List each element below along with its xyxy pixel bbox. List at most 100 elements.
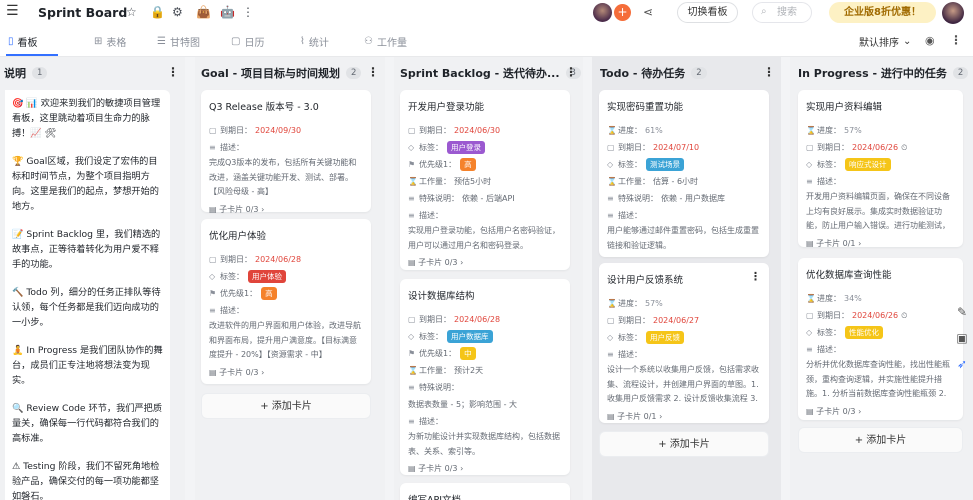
column-goal: Goal - 项目目标与时间规划 2 ⋮ Q3 Release 版本号 - 3.… (195, 57, 385, 500)
description-icon: ≡ (806, 177, 813, 186)
description-icon: ≡ (209, 306, 216, 315)
tag-icon: ◇ (408, 143, 415, 152)
tag-icon: ◇ (806, 160, 813, 169)
tag-icon: ◇ (408, 332, 415, 341)
subcard-icon: ▤ (209, 204, 220, 214)
column-header: Goal - 项目目标与时间规划 2 ⋮ (201, 65, 379, 80)
add-card-button[interactable]: + 添加卡片 (201, 393, 371, 419)
column-more-icon[interactable]: ⋮ (367, 65, 379, 79)
share-icon[interactable]: ⋖ (643, 5, 653, 19)
workload-icon: ⚇ (364, 36, 373, 47)
hourglass-icon: ⌛ (607, 126, 617, 135)
column-header: 说明 1 ⋮ (4, 65, 179, 80)
clipboard-icon[interactable]: ▣ (951, 331, 973, 357)
calendar-icon: ▢ (408, 126, 416, 135)
lock-icon[interactable]: 🔒 (150, 5, 165, 19)
flag-icon: ⚑ (209, 289, 217, 298)
task-card[interactable]: 优化用户体验 ▢ 到期日： 2024/06/28 ◇ 标签： 用户体验 ⚑ 优先级1：高 … (201, 219, 371, 384)
hourglass-icon: ⌛ (607, 299, 617, 308)
card-more-icon[interactable]: ⋮ (750, 270, 761, 283)
intro-card[interactable]: 🎯 📊 欢迎来到我们的敏捷项目管理看板，这里跳动着项目生命力的脉搏！📈 🛠 🏆 … (5, 90, 170, 500)
tab-table[interactable]: ⊞ 表格 (94, 34, 126, 49)
add-card-button[interactable]: + 添加卡片 (599, 431, 769, 457)
theme-icon[interactable]: 👜 (196, 5, 211, 19)
edit-icon[interactable]: ✎ (951, 305, 973, 331)
column-more-icon[interactable]: ⋮ (565, 65, 577, 79)
alarm-icon: ⏲ (901, 142, 908, 152)
hourglass-icon: ⌛ (806, 294, 816, 303)
task-card[interactable]: Q3 Release 版本号 - 3.0 ▢ 到期日： 2024/09/30 ≡ 描述… (201, 90, 371, 214)
view-tabs: ▯ 看板 ⊞ 表格 ☰ 甘特图 ▢ 日历 ⌇ 统计 ⚇ 工作量 默认排序 ⌄ ◉ ⋮ (0, 26, 973, 57)
sort-dropdown[interactable]: 默认排序 ⌄ (859, 34, 911, 49)
subcard-icon: ▤ (209, 367, 220, 377)
hourglass-icon: ⌛ (408, 366, 418, 375)
task-card[interactable]: 设计用户反馈系统 ⋮ ⌛ 进度： 57% ▢ 到期日： 2024/06/27 ◇ 标签：用… (599, 263, 769, 423)
column-todo: Todo - 待办任务 2 ⋮ 实现密码重置功能 ⌛ 进度： 61% ▢ 到期日： 20… (592, 57, 781, 500)
add-member-button[interactable]: + (614, 4, 631, 21)
task-card[interactable]: 实现密码重置功能 ⌛ 进度： 61% ▢ 到期日： 2024/07/10 ◇ 标签： 测试场… (599, 90, 769, 257)
table-icon: ⊞ (94, 36, 103, 47)
active-tab-indicator (6, 54, 58, 56)
tab-board[interactable]: ▯ 看板 (8, 34, 38, 49)
column-in-progress: In Progress - 进行中的任务 2 实现用户资料编辑 ⌛ 进度： 57% … (790, 57, 973, 500)
promo-banner[interactable]: 企业版8折优惠！ (829, 2, 936, 23)
calendar-icon: ▢ (607, 143, 615, 152)
flag-icon: ⚑ (408, 160, 416, 169)
column-more-icon[interactable]: ⋮ (763, 65, 775, 79)
menu-icon[interactable]: ☰ (6, 3, 19, 19)
description-icon: ≡ (408, 417, 415, 426)
tab-workload[interactable]: ⚇ 工作量 (364, 34, 407, 49)
chevron-down-icon: ⌄ (903, 36, 912, 47)
rocket-icon[interactable]: ➶ (951, 357, 973, 383)
floating-toolbar: ✎ ▣ ➶ (951, 305, 973, 383)
subcard-icon: ▤ (607, 412, 618, 421)
note-icon: ≡ (607, 194, 614, 203)
tag-icon: ◇ (209, 272, 216, 281)
tag-icon: ◇ (607, 333, 614, 342)
board-icon: ▯ (8, 36, 14, 47)
task-card[interactable]: 编写API文档 (400, 483, 570, 500)
calendar-icon: ▢ (806, 143, 814, 152)
tab-calendar[interactable]: ▢ 日历 (231, 34, 264, 49)
gantt-icon: ☰ (157, 36, 166, 47)
switch-board-button[interactable]: 切换看板 (677, 2, 738, 23)
hourglass-icon: ⌛ (607, 177, 617, 186)
stats-icon: ⌇ (300, 36, 305, 47)
eye-icon[interactable]: ◉ (925, 34, 935, 47)
alarm-icon: ⏲ (901, 310, 908, 320)
top-bar: ☰ Sprint Board ☆ 🔒 ⚙ 👜 🤖 ⋮ + ⋖ 切换看板 搜索 ⌕… (0, 0, 973, 26)
subcard-icon: ▤ (408, 258, 419, 267)
description-icon: ≡ (209, 143, 216, 152)
tag-icon: ◇ (607, 160, 614, 169)
note-icon: ≡ (408, 383, 415, 392)
task-card[interactable]: 实现用户资料编辑 ⌛ 进度： 57% ▢ 到期日： 2024/06/26 ⏲ ◇ 标签： 响应… (798, 90, 963, 248)
subcard-icon: ▤ (806, 239, 817, 248)
tab-gantt[interactable]: ☰ 甘特图 (157, 34, 200, 49)
more-menu-icon[interactable]: ⋮ (242, 5, 254, 19)
star-icon[interactable]: ☆ (126, 5, 137, 19)
task-card[interactable]: 优化数据库查询性能 ⌛ 进度： 34% ▢ 到期日： 2024/06/26 ⏲ ◇ 标签：性… (798, 258, 963, 420)
filter-settings-icon[interactable]: ⚙ (172, 5, 183, 19)
tab-stats[interactable]: ⌇ 统计 (300, 34, 329, 49)
description-icon: ≡ (408, 211, 415, 220)
calendar-icon: ▢ (231, 36, 241, 47)
add-card-button[interactable]: + 添加卡片 (798, 427, 963, 453)
hourglass-icon: ⌛ (806, 126, 816, 135)
more-options-icon[interactable]: ⋮ (950, 33, 962, 47)
task-card[interactable]: 设计数据库结构 ▢ 到期日： 2024/06/28 ◇ 标签： 用户数据库 ⚑ 优先级1：… (400, 279, 570, 475)
hourglass-icon: ⌛ (408, 177, 418, 186)
column-header: Sprint Backlog - 迭代待办... 3 ⋮ (394, 57, 583, 89)
task-card[interactable]: 开发用户登录功能 ▢ 到期日： 2024/06/30 ◇ 标签： 用户登录 ⚑ 优先级1：… (400, 90, 570, 270)
profile-avatar[interactable] (942, 2, 964, 24)
column-more-icon[interactable]: ⋮ (167, 65, 179, 79)
tag-icon: ◇ (806, 328, 813, 337)
calendar-icon: ▢ (209, 126, 217, 135)
calendar-icon: ▢ (408, 315, 416, 324)
board-title: Sprint Board (38, 5, 128, 20)
subcard-icon: ▤ (806, 407, 817, 416)
flag-icon: ⚑ (408, 349, 416, 358)
column-header: In Progress - 进行中的任务 2 (790, 57, 973, 89)
column-header: Todo - 待办任务 2 ⋮ (600, 65, 775, 80)
robot-icon[interactable]: 🤖 (220, 5, 235, 19)
user-avatar[interactable] (593, 3, 612, 22)
